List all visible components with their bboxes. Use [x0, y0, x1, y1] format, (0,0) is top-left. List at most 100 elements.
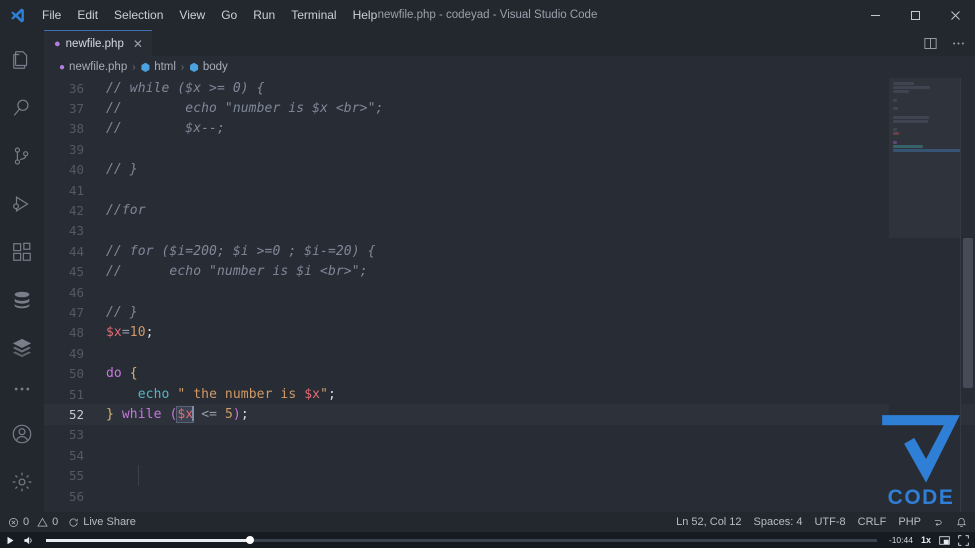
breadcrumb-item-html[interactable]: ⬢ html	[141, 61, 176, 74]
status-indentation[interactable]: Spaces: 4	[754, 516, 803, 528]
more-actions-icon[interactable]	[945, 30, 971, 56]
extensions-icon[interactable]	[0, 228, 44, 276]
code-text[interactable]: // $x--;	[106, 121, 225, 136]
status-encoding[interactable]: UTF-8	[814, 516, 845, 528]
code-token: // for ($i=200; $i >=0 ; $i-=20) {	[106, 243, 376, 259]
close-button[interactable]	[935, 0, 975, 30]
code-line[interactable]: 38 // $x--;	[44, 119, 975, 139]
progress-scrubber[interactable]	[46, 536, 877, 544]
code-text[interactable]: // }	[106, 162, 138, 177]
code-text[interactable]: // echo "number is $x <br>";	[106, 101, 383, 116]
fullscreen-icon[interactable]	[958, 534, 969, 546]
code-line[interactable]: 40 // }	[44, 160, 975, 180]
code-line[interactable]: 48 $x=10;	[44, 323, 975, 343]
code-line[interactable]: 39	[44, 139, 975, 159]
breadcrumb-separator: ›	[180, 61, 185, 73]
breadcrumb-item-file[interactable]: ● newfile.php	[59, 61, 127, 73]
code-token: 10	[129, 325, 146, 341]
code-line[interactable]: 43	[44, 221, 975, 241]
code-line[interactable]: 53	[44, 425, 975, 445]
maximize-restore-button[interactable]	[895, 0, 935, 30]
code-line[interactable]: 41	[44, 180, 975, 200]
scrollbar-thumb[interactable]	[963, 238, 973, 388]
menu-item-go[interactable]: Go	[213, 0, 245, 30]
line-number: 54	[68, 447, 84, 463]
menu-item-selection[interactable]: Selection	[106, 0, 171, 30]
minimize-button[interactable]	[855, 0, 895, 30]
menu-item-file[interactable]: File	[34, 0, 69, 30]
status-problems[interactable]: 0 0	[8, 516, 58, 528]
playback-speed[interactable]: 1x	[921, 535, 931, 545]
minimap-line	[893, 90, 909, 94]
breadcrumb-label: html	[154, 61, 176, 73]
code-line[interactable]: 46	[44, 282, 975, 302]
symbol-cube-icon: ⬢	[189, 61, 199, 74]
code-text[interactable]: $x=10;	[106, 325, 154, 340]
source-control-icon[interactable]	[0, 132, 44, 180]
code-text[interactable]: } while ($x <= 5);	[106, 406, 249, 424]
menu-item-run[interactable]: Run	[245, 0, 283, 30]
code-line[interactable]: 44 // for ($i=200; $i >=0 ; $i-=20) {	[44, 241, 975, 261]
tab-newfile-php[interactable]: ● newfile.php ✕	[44, 30, 152, 56]
settings-gear-icon[interactable]	[0, 458, 44, 506]
code-text[interactable]: // while ($x >= 0) {	[106, 81, 265, 96]
code-line[interactable]: 56	[44, 486, 975, 506]
menu-item-help[interactable]: Help	[345, 0, 386, 30]
line-number: 37	[68, 101, 84, 117]
menu-item-terminal[interactable]: Terminal	[283, 0, 344, 30]
code-line[interactable]: 49	[44, 343, 975, 363]
code-text[interactable]: // }	[106, 305, 138, 320]
window-controls[interactable]	[855, 0, 975, 30]
code-line[interactable]: 45 // echo "number is $i <br>";	[44, 262, 975, 282]
code-editor[interactable]: 36 // while ($x >= 0) { 37 // echo "number …	[44, 78, 975, 512]
menu-item-view[interactable]: View	[171, 0, 213, 30]
split-editor-icon[interactable]	[917, 30, 943, 56]
line-number: 43	[68, 223, 84, 239]
code-line[interactable]: 55	[44, 465, 975, 485]
tab-bar: ● newfile.php ✕	[44, 30, 975, 56]
code-text[interactable]: // for ($i=200; $i >=0 ; $i-=20) {	[106, 244, 376, 259]
code-token: {	[129, 366, 138, 382]
picture-in-picture-icon[interactable]	[939, 535, 950, 546]
status-editor-position[interactable]: Ln 52, Col 12	[676, 516, 741, 528]
code-line[interactable]: 51 echo " the number is $x";	[44, 384, 975, 404]
volume-icon[interactable]	[23, 535, 34, 546]
code-text[interactable]: //for	[106, 203, 146, 218]
menu-item-edit[interactable]: Edit	[69, 0, 106, 30]
minimap[interactable]	[889, 78, 961, 512]
code-text[interactable]: echo " the number is $x";	[106, 387, 336, 402]
more-actions-icon[interactable]	[0, 372, 44, 406]
code-text[interactable]: // echo "number is $i <br>";	[106, 264, 368, 279]
code-line[interactable]: 52} while ($x <= 5);	[44, 404, 975, 425]
status-eol[interactable]: CRLF	[858, 516, 887, 528]
database-icon[interactable]	[0, 276, 44, 324]
layers-icon[interactable]	[0, 324, 44, 372]
remote-indicator-icon[interactable]	[933, 517, 944, 528]
menu-bar[interactable]: File Edit Selection View Go Run Terminal…	[34, 0, 385, 30]
code-line[interactable]: 50 do {	[44, 363, 975, 383]
line-number: 40	[68, 162, 84, 178]
code-lines[interactable]: 36 // while ($x >= 0) { 37 // echo "number …	[44, 78, 975, 506]
code-line[interactable]: 47 // }	[44, 302, 975, 322]
code-line[interactable]: 54	[44, 445, 975, 465]
code-line[interactable]: 37 // echo "number is $x <br>";	[44, 98, 975, 118]
breadcrumb-label: newfile.php	[69, 61, 128, 73]
status-live-share[interactable]: Live Share	[68, 516, 136, 528]
status-language-mode[interactable]: PHP	[898, 516, 921, 528]
progress-knob[interactable]	[245, 536, 254, 544]
search-icon[interactable]	[0, 84, 44, 132]
notifications-bell-icon[interactable]	[956, 517, 967, 528]
code-line[interactable]: 42 //for	[44, 200, 975, 220]
account-icon[interactable]	[0, 410, 44, 458]
close-icon[interactable]: ✕	[133, 37, 143, 51]
code-text[interactable]: do {	[106, 366, 138, 381]
code-line[interactable]: 36 // while ($x >= 0) {	[44, 78, 975, 98]
breadcrumb-item-body[interactable]: ⬢ body	[189, 61, 228, 74]
explorer-icon[interactable]	[0, 36, 44, 84]
play-button[interactable]	[6, 536, 15, 545]
run-debug-icon[interactable]	[0, 180, 44, 228]
vertical-scrollbar[interactable]	[961, 78, 975, 512]
code-token: ;	[145, 325, 154, 341]
